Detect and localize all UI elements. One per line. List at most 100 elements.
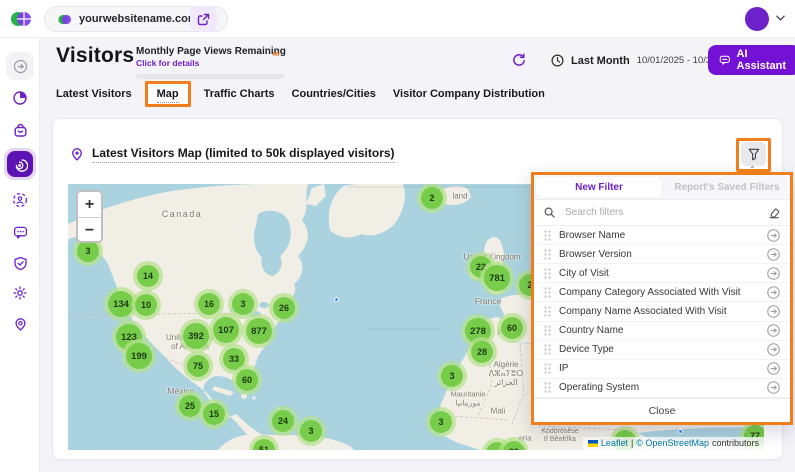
avatar-chevron-down-icon[interactable] [776,15,785,21]
expand-filter-icon[interactable] [767,286,780,299]
openstreetmap-link[interactable]: © OpenStreetMap [636,438,709,448]
map-cluster[interactable]: 14 [133,261,163,291]
expand-filter-icon[interactable] [767,229,780,242]
drag-handle-icon[interactable] [544,287,551,298]
app-window: yourwebsitename.com [0,0,795,472]
search-filters-input[interactable] [563,206,760,219]
expand-filter-icon[interactable] [767,362,780,375]
tab-countries-cities[interactable]: Countries/Cities [292,88,376,100]
avatar[interactable] [745,7,769,31]
filter-item[interactable]: City of Visit [534,264,790,283]
filter-item-label: Company Category Associated With Visit [559,287,759,298]
map-attribution: Leaflet | © OpenStreetMap contributors [583,437,764,450]
filter-item[interactable]: Operating System [534,379,790,398]
external-link-icon [197,13,210,26]
zoom-in-button[interactable]: + [78,192,101,217]
tab-map[interactable]: Map [145,81,191,107]
chevron-up-icon[interactable]: ⌃ [749,165,756,174]
filter-item[interactable]: Country Name [534,322,790,341]
refresh-icon [512,53,526,67]
filter-item-label: Company Name Associated With Visit [559,306,759,317]
filter-item[interactable]: Device Type [534,341,790,360]
filter-toggle-button[interactable] [741,142,766,166]
map-cluster[interactable]: 15 [199,399,229,429]
sidebar-item-orders[interactable] [6,116,34,144]
map-label: Canada [162,209,203,219]
map-cluster[interactable]: 26 [269,293,299,323]
drag-handle-icon[interactable] [544,306,551,317]
page-title: Visitors [56,44,134,68]
expand-filter-icon[interactable] [767,305,780,318]
tab-latest-visitors[interactable]: Latest Visitors [56,88,132,100]
sidebar-item-settings[interactable] [6,279,34,307]
map-cluster[interactable]: 10 [131,290,161,320]
map-cluster[interactable]: 3 [296,416,326,446]
sidebar-item-dashboard[interactable] [6,84,34,112]
filter-item[interactable]: Company Category Associated With Visit [534,283,790,302]
collapse-sidebar-button[interactable] [6,52,34,80]
tab-visitor-company-distribution[interactable]: Visitor Company Distribution [393,88,545,100]
filter-item[interactable]: Browser Name [534,226,790,245]
map-cluster-count: 99 [503,441,525,450]
expand-filter-icon[interactable] [767,343,780,356]
shopping-bag-icon [13,123,28,138]
drag-handle-icon[interactable] [544,382,551,393]
map-cluster[interactable]: 60 [497,313,527,343]
visitors-radar-icon [13,157,28,172]
map-cluster[interactable]: 2 [417,184,447,213]
drag-handle-icon[interactable] [544,268,551,279]
expand-filter-icon[interactable] [767,324,780,337]
open-site-button[interactable] [190,6,217,32]
map-cluster[interactable]: 199 [122,339,156,373]
map-cluster[interactable]: 392 [179,319,213,353]
tab-label: Visitor Company Distribution [393,88,545,100]
ai-assistant-button[interactable]: AI Assistant [708,45,795,75]
sidebar-item-visitors[interactable] [4,148,36,180]
zoom-out-button[interactable]: − [78,218,101,243]
map-cluster[interactable]: 24 [268,406,298,436]
sidebar-item-location[interactable] [6,310,34,338]
attribution-contributors: contributors [712,438,759,448]
map-cluster-count: 3 [300,420,322,442]
map-cluster-count: 14 [137,265,159,287]
map-cluster[interactable]: 75 [183,351,213,381]
map-cluster[interactable]: 877 [242,314,276,348]
date-preset-label: Last Month [571,55,630,67]
map-cluster-count: 60 [501,317,523,339]
map-cluster-count: 16 [198,293,220,315]
map-cluster-count: 15 [203,403,225,425]
filter-item[interactable]: Company Name Associated With Visit [534,302,790,321]
map-cluster[interactable]: 60 [232,365,262,395]
map-cluster[interactable]: 107 [209,313,243,347]
filter-item[interactable]: IP [534,360,790,379]
tab-label: Map [157,88,179,103]
drag-handle-icon[interactable] [544,230,551,241]
expand-filter-icon[interactable] [767,267,780,280]
pageviews-details-link[interactable]: Click for details [136,58,286,68]
ukraine-flag-icon [588,440,598,447]
sidebar-item-audience[interactable] [6,186,34,214]
refresh-button[interactable] [505,46,533,74]
expand-filter-icon[interactable] [767,248,780,261]
drag-handle-icon[interactable] [544,249,551,260]
map-cluster[interactable]: 3 [437,361,467,391]
drag-handle-icon[interactable] [544,344,551,355]
sidebar-item-security[interactable] [6,249,34,277]
map-cluster[interactable]: 781 [480,261,514,295]
map-cluster[interactable]: 28 [467,337,497,367]
tab-reports-saved-filters[interactable]: Report's Saved Filters [664,175,790,199]
sidebar-item-chat[interactable] [6,218,34,246]
drag-handle-icon[interactable] [544,363,551,374]
map-cluster-count: 107 [213,317,239,343]
gear-icon [12,285,28,301]
close-filter-panel-button[interactable]: Close [534,398,790,422]
filter-item[interactable]: Browser Version [534,245,790,264]
leaflet-link[interactable]: Leaflet [601,438,628,448]
drag-handle-icon[interactable] [544,325,551,336]
expand-filter-icon[interactable] [767,381,780,394]
shield-check-icon [13,256,28,271]
map-cluster[interactable]: 3 [426,407,456,437]
tab-traffic-charts[interactable]: Traffic Charts [204,88,275,100]
clear-search-icon[interactable] [768,207,780,219]
tab-new-filter[interactable]: New Filter [536,177,662,197]
